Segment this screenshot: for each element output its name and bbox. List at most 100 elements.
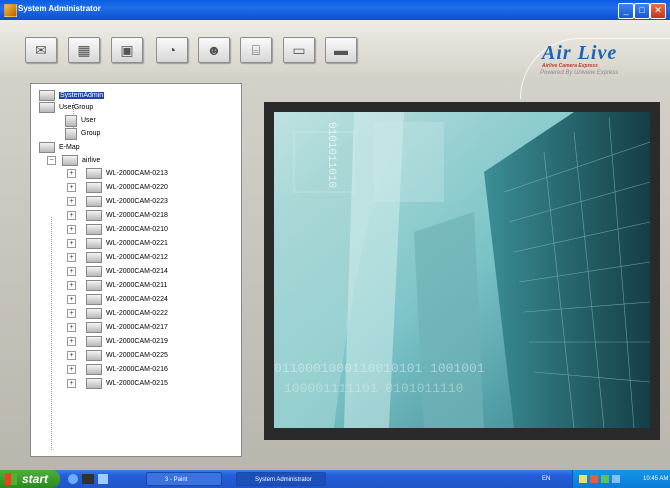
close-button[interactable]: ✕	[650, 3, 666, 19]
camera-icon	[86, 280, 102, 291]
expand-icon[interactable]: +	[67, 323, 76, 332]
camera-label: WL-2000CAM-0222	[106, 310, 168, 317]
camera-item[interactable]: + WL-2000CAM-0219	[67, 336, 168, 347]
toolbar: ✉ ▦ ▣ ◔ ☻ ⌸ ▭ ▬ Air Live Airlive Camera …	[0, 20, 670, 99]
tray-icon[interactable]	[612, 475, 620, 483]
tray-icon[interactable]	[590, 475, 598, 483]
start-button[interactable]: start	[0, 470, 60, 488]
camera-item[interactable]: + WL-2000CAM-0215	[67, 378, 168, 389]
expand-icon[interactable]: +	[67, 281, 76, 290]
camera-item[interactable]: + WL-2000CAM-0217	[67, 322, 168, 333]
network-icon[interactable]: ⌸	[240, 37, 272, 63]
camera-item[interactable]: + WL-2000CAM-0213	[67, 168, 168, 179]
tray-icon[interactable]	[579, 475, 587, 483]
envelope-icon[interactable]: ✉	[25, 37, 57, 63]
camera-label: WL-2000CAM-0215	[106, 380, 168, 387]
group-icon	[65, 127, 77, 140]
camera-icon	[86, 322, 102, 333]
camera-label: WL-2000CAM-0220	[106, 184, 168, 191]
browser-icon[interactable]	[68, 474, 78, 484]
windows-logo-icon	[5, 473, 17, 485]
desktop-icon[interactable]	[82, 474, 94, 484]
chip-icon[interactable]: ▣	[111, 37, 143, 63]
computer-icon	[39, 90, 55, 101]
expand-icon[interactable]: +	[67, 239, 76, 248]
camera-item[interactable]: + WL-2000CAM-0212	[67, 252, 168, 263]
application-window: System Administrator _ □ ✕ ✉ ▦ ▣ ◔ ☻ ⌸ ▭…	[0, 0, 670, 470]
taskbar-paint-button[interactable]: 3 - Paint	[146, 472, 222, 486]
camera-item[interactable]: + WL-2000CAM-0223	[67, 196, 168, 207]
camera-item[interactable]: + WL-2000CAM-0222	[67, 308, 168, 319]
splash-image: 0101011010 0110001000110010101 1001001 1…	[274, 112, 650, 428]
expand-icon[interactable]: +	[67, 211, 76, 220]
tree-line	[51, 217, 52, 450]
map-folder-icon	[62, 155, 78, 166]
expand-icon[interactable]: +	[67, 365, 76, 374]
tray-icon[interactable]	[601, 475, 609, 483]
camera-icon	[86, 350, 102, 361]
device-tree[interactable]: SystemAdmin UserGroup User Group E-Map −…	[30, 83, 242, 457]
tree-item-label: E-Map	[59, 144, 80, 151]
title-bar[interactable]: System Administrator _ □ ✕	[0, 0, 670, 20]
expand-icon[interactable]: +	[67, 169, 76, 178]
camera-icon	[86, 196, 102, 207]
expand-icon[interactable]: +	[67, 225, 76, 234]
device-icon[interactable]: ▬	[325, 37, 357, 63]
taskbar-sysadmin-button[interactable]: System Administrator	[236, 472, 326, 486]
maximize-button[interactable]: □	[634, 3, 650, 19]
binary-row1: 0110001000110010101 1001001	[274, 361, 485, 376]
media-icon[interactable]	[98, 474, 108, 484]
camera-label: WL-2000CAM-0219	[106, 338, 168, 345]
expand-icon[interactable]: +	[67, 253, 76, 262]
expand-icon[interactable]: +	[67, 183, 76, 192]
binary-vertical: 0101011010	[325, 122, 337, 188]
camera-item[interactable]: + WL-2000CAM-0218	[67, 210, 168, 221]
grid-icon[interactable]: ▦	[68, 37, 100, 63]
camera-label: WL-2000CAM-0217	[106, 324, 168, 331]
camera-item[interactable]: + WL-2000CAM-0221	[67, 238, 168, 249]
start-label: start	[22, 472, 49, 486]
tree-item-label: airlive	[82, 157, 101, 164]
collapse-icon[interactable]: −	[47, 156, 56, 165]
logo-brand: Air Live	[542, 42, 618, 64]
expand-icon[interactable]: +	[67, 309, 76, 318]
tree-item-label: SystemAdmin	[59, 92, 105, 99]
camera-item[interactable]: + WL-2000CAM-0220	[67, 182, 168, 193]
camera-label: WL-2000CAM-0213	[106, 170, 168, 177]
camera-item[interactable]: + WL-2000CAM-0211	[67, 280, 167, 291]
clock[interactable]: 10:45 AM	[643, 470, 668, 488]
camera-label: WL-2000CAM-0216	[106, 366, 168, 373]
camera-item[interactable]: + WL-2000CAM-0216	[67, 364, 168, 375]
tree-item-usergroup[interactable]: UserGroup	[39, 102, 93, 113]
minimize-button[interactable]: _	[618, 3, 634, 19]
map-icon	[39, 142, 55, 153]
tree-item-emap[interactable]: E-Map	[39, 142, 80, 153]
expand-icon[interactable]: +	[67, 295, 76, 304]
users-icon	[39, 102, 55, 113]
tree-item-group[interactable]: Group	[65, 127, 100, 140]
tree-item-airlive[interactable]: − airlive	[47, 155, 100, 166]
expand-icon[interactable]: +	[67, 197, 76, 206]
window-title: System Administrator	[18, 4, 101, 13]
monitor-icon[interactable]: ▭	[283, 37, 315, 63]
camera-item[interactable]: + WL-2000CAM-0224	[67, 294, 168, 305]
camera-label: WL-2000CAM-0223	[106, 198, 168, 205]
expand-icon[interactable]: +	[67, 267, 76, 276]
camera-label: WL-2000CAM-0218	[106, 212, 168, 219]
app-icon	[4, 4, 17, 17]
camera-label: WL-2000CAM-0210	[106, 226, 168, 233]
tree-item-user[interactable]: User	[65, 114, 96, 127]
camera-icon	[86, 210, 102, 221]
expand-icon[interactable]: +	[67, 351, 76, 360]
chart-icon[interactable]: ◔	[156, 37, 188, 63]
camera-label: WL-2000CAM-0214	[106, 268, 168, 275]
expand-icon[interactable]: +	[67, 337, 76, 346]
language-indicator[interactable]: EN	[542, 470, 550, 488]
binary-row2: 100001111101 0101011110	[284, 381, 463, 396]
camera-item[interactable]: + WL-2000CAM-0210	[67, 224, 168, 235]
camera-item[interactable]: + WL-2000CAM-0225	[67, 350, 168, 361]
tree-item-systemadmin[interactable]: SystemAdmin	[39, 90, 105, 101]
user-group-icon[interactable]: ☻	[198, 37, 230, 63]
expand-icon[interactable]: +	[67, 379, 76, 388]
camera-item[interactable]: + WL-2000CAM-0214	[67, 266, 168, 277]
